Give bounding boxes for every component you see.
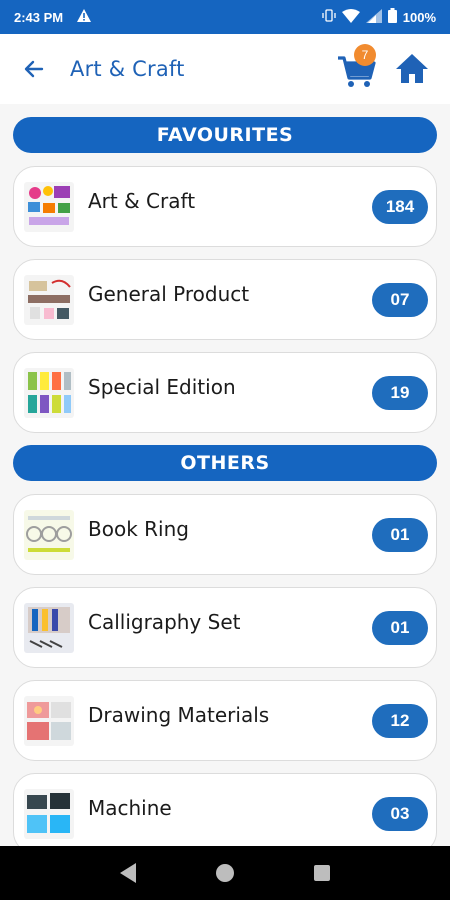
category-card[interactable]: Book Ring 01 [13,494,437,575]
system-nav-bar [0,846,450,900]
category-thumbnail [24,274,74,325]
category-thumbnail [24,509,74,560]
wifi-icon [341,8,360,26]
category-label: Machine [88,795,172,820]
cart-button[interactable]: 7 [336,44,378,90]
category-count: 07 [372,282,428,317]
arrow-left-icon [24,60,44,78]
category-label: Calligraphy Set [88,609,241,634]
nav-back-button[interactable] [113,858,143,888]
app-bar: Art & Craft 7 [0,34,450,104]
category-card[interactable]: General Product 07 [13,259,437,340]
square-recents-icon [313,865,330,881]
page-title: Art & Craft [70,57,185,81]
triangle-back-icon [120,863,137,883]
signal-icon [365,8,382,26]
vibrate-icon [322,9,336,25]
battery-percent: 100% [402,9,436,25]
category-card[interactable]: Drawing Materials 12 [13,680,437,761]
category-label: Art & Craft [88,188,196,213]
nav-home-button[interactable] [210,858,240,888]
status-time: 2:43 PM [14,9,64,25]
category-count: 01 [372,610,428,645]
home-button[interactable] [394,51,430,87]
category-thumbnail [24,602,74,653]
section-header-others: OTHERS [13,445,437,481]
category-count: 184 [372,189,428,224]
category-label: General Product [88,281,250,306]
nav-recents-button[interactable] [307,858,337,888]
category-card[interactable]: Calligraphy Set 01 [13,587,437,668]
section-header-favourites: FAVOURITES [13,117,437,153]
category-card[interactable]: Machine 03 [13,773,437,846]
warning-icon [77,9,92,25]
category-list: FAVOURITES Art & Craft 184 General Produ… [0,104,450,846]
category-thumbnail [24,367,74,418]
category-label: Book Ring [88,516,189,541]
cart-count-badge: 7 [354,44,376,66]
category-thumbnail [24,695,74,746]
category-card[interactable]: Art & Craft 184 [13,166,437,247]
status-bar: 2:43 PM 100% [0,0,450,34]
category-card[interactable]: Special Edition 19 [13,352,437,433]
category-thumbnail [24,788,74,839]
category-count: 03 [372,796,428,831]
category-count: 01 [372,517,428,552]
category-label: Drawing Materials [88,702,270,727]
category-count: 19 [372,375,428,410]
back-button[interactable] [18,53,50,85]
home-icon [396,54,428,83]
category-count: 12 [372,703,428,738]
category-label: Special Edition [88,374,236,399]
circle-home-icon [215,864,234,882]
category-thumbnail [24,181,74,232]
battery-icon [387,8,397,26]
